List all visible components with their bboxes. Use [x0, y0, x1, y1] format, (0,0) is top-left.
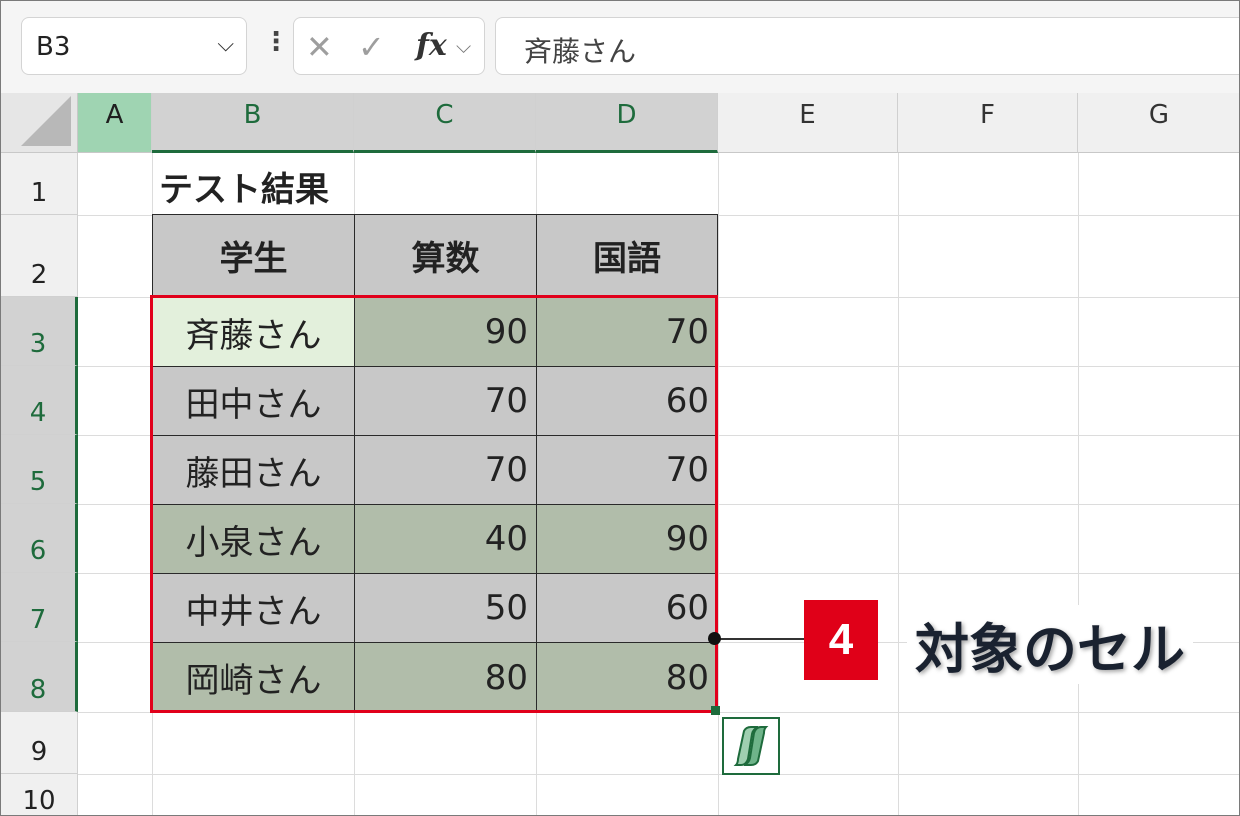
- column-header-b[interactable]: B: [152, 93, 354, 153]
- row-header-6[interactable]: 6: [1, 504, 78, 573]
- column-header-d[interactable]: D: [536, 93, 718, 153]
- gridline: [1078, 153, 1079, 815]
- row-header-9[interactable]: 9: [1, 712, 78, 774]
- name-box-value: B3: [36, 32, 71, 62]
- column-header-a[interactable]: A: [78, 93, 152, 153]
- row-header-10[interactable]: 10: [1, 774, 78, 815]
- column-header-f[interactable]: F: [898, 93, 1078, 153]
- callout-dot: [708, 632, 721, 645]
- row-header-1[interactable]: 1: [1, 153, 78, 215]
- name-box[interactable]: B3 ⌵: [21, 17, 247, 75]
- header-japanese[interactable]: 国語: [536, 214, 718, 297]
- function-icon[interactable]: fx: [416, 28, 447, 63]
- row-header-2[interactable]: 2: [1, 215, 78, 297]
- header-student[interactable]: 学生: [152, 214, 355, 297]
- quick-analysis-icon[interactable]: [722, 717, 780, 775]
- more-vertical-icon[interactable]: ⋮: [263, 27, 289, 57]
- chevron-down-icon[interactable]: ⌵: [456, 34, 471, 58]
- excel-window: B3 ⌵ ⋮ ✕ ✓ fx ⌵ 斉藤さん A B C D E F G 1 2 3…: [0, 0, 1240, 816]
- gridline: [898, 153, 899, 815]
- formula-input[interactable]: 斉藤さん: [495, 17, 1239, 75]
- row-header-5[interactable]: 5: [1, 435, 78, 504]
- selection-range: [150, 295, 718, 713]
- callout-text: 対象のセル: [907, 605, 1193, 684]
- gridline: [78, 774, 1239, 775]
- formula-actions: ✕ ✓ fx ⌵: [293, 17, 485, 75]
- enter-check-icon[interactable]: ✓: [358, 28, 385, 66]
- sheet-title[interactable]: テスト結果: [159, 161, 329, 211]
- row-header-3[interactable]: 3: [1, 297, 78, 366]
- step-number-badge: 4: [804, 600, 878, 680]
- cancel-icon[interactable]: ✕: [306, 28, 333, 66]
- column-header-g[interactable]: G: [1078, 93, 1239, 153]
- row-header-8[interactable]: 8: [1, 642, 78, 712]
- row-header-7[interactable]: 7: [1, 573, 78, 642]
- chevron-down-icon[interactable]: ⌵: [217, 32, 234, 57]
- row-header-4[interactable]: 4: [1, 366, 78, 435]
- gridline: [718, 153, 719, 815]
- header-math[interactable]: 算数: [354, 214, 537, 297]
- column-header-e[interactable]: E: [718, 93, 898, 153]
- formula-bar: B3 ⌵ ⋮ ✕ ✓ fx ⌵ 斉藤さん: [1, 1, 1239, 93]
- column-header-c[interactable]: C: [354, 93, 536, 153]
- fill-handle[interactable]: [711, 706, 720, 715]
- formula-value: 斉藤さん: [524, 35, 637, 68]
- callout-line: [715, 638, 805, 640]
- select-all-corner-icon[interactable]: [1, 93, 78, 153]
